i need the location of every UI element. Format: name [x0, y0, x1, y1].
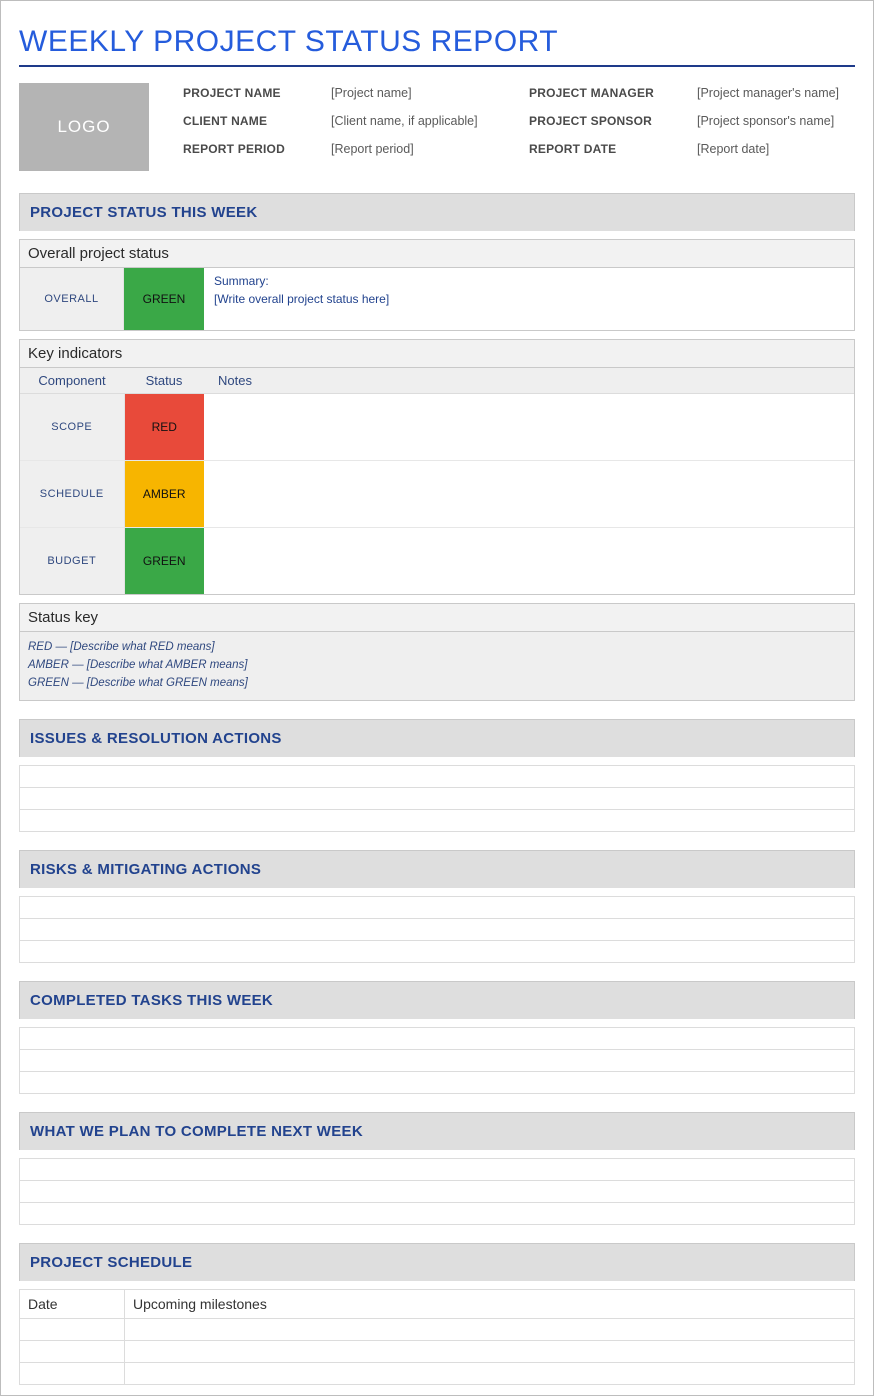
- indicator-row: SCHEDULEAMBER: [20, 461, 854, 528]
- header-block: LOGO PROJECT NAME [Project name] PROJECT…: [19, 83, 855, 171]
- meta-label-project-sponsor: PROJECT SPONSOR: [529, 114, 689, 128]
- overall-row: OVERALL GREEN Summary: [Write overall pr…: [20, 268, 854, 330]
- indicator-status-chip: GREEN: [125, 528, 205, 594]
- overall-summary: Summary: [Write overall project status h…: [204, 268, 854, 330]
- overall-status-chip: GREEN: [124, 268, 204, 330]
- indicators-header-status: Status: [124, 368, 204, 394]
- table-row: [20, 1181, 855, 1203]
- table-row: [20, 1341, 855, 1363]
- indicators-header-notes: Notes: [204, 368, 854, 394]
- meta-label-project-manager: PROJECT MANAGER: [529, 86, 689, 100]
- section-head-plan-next: WHAT WE PLAN TO COMPLETE NEXT WEEK: [19, 1112, 855, 1150]
- section-head-completed: COMPLETED TASKS THIS WEEK: [19, 981, 855, 1019]
- indicator-component: SCOPE: [20, 394, 124, 461]
- meta-label-client-name: CLIENT NAME: [183, 114, 323, 128]
- title-divider: [19, 65, 855, 67]
- meta-value-project-name: [Project name]: [331, 86, 521, 100]
- indicator-notes: [204, 461, 854, 528]
- key-indicators-box: Key indicators Component Status Notes SC…: [19, 339, 855, 595]
- table-row: [20, 897, 855, 919]
- meta-value-client-name: [Client name, if applicable]: [331, 114, 521, 128]
- meta-value-project-sponsor: [Project sponsor's name]: [697, 114, 855, 128]
- indicator-status-chip: AMBER: [125, 461, 205, 527]
- meta-value-report-date: [Report date]: [697, 142, 855, 156]
- indicator-notes: [204, 394, 854, 461]
- overall-status-box: Overall project status OVERALL GREEN Sum…: [19, 239, 855, 331]
- status-key-subtitle: Status key: [20, 604, 854, 632]
- risks-table: [19, 896, 855, 963]
- report-page: WEEKLY PROJECT STATUS REPORT LOGO PROJEC…: [0, 0, 874, 1396]
- indicator-row: BUDGETGREEN: [20, 528, 854, 595]
- overall-subtitle: Overall project status: [20, 240, 854, 268]
- status-key-line: AMBER — [Describe what AMBER means]: [28, 656, 846, 674]
- indicator-status-chip: RED: [125, 394, 205, 460]
- schedule-header-milestones: Upcoming milestones: [125, 1290, 855, 1319]
- indicator-row: SCOPERED: [20, 394, 854, 461]
- indicator-status-cell: AMBER: [124, 461, 204, 528]
- indicators-subtitle: Key indicators: [20, 340, 854, 368]
- table-row: [20, 1319, 855, 1341]
- indicator-status-cell: GREEN: [124, 528, 204, 595]
- indicators-table: Component Status Notes SCOPEREDSCHEDULEA…: [20, 368, 854, 594]
- status-key-box: Status key RED — [Describe what RED mean…: [19, 603, 855, 701]
- table-row: [20, 1363, 855, 1385]
- indicator-component: SCHEDULE: [20, 461, 124, 528]
- completed-table: [19, 1027, 855, 1094]
- schedule-header-date: Date: [20, 1290, 125, 1319]
- meta-label-project-name: PROJECT NAME: [183, 86, 323, 100]
- table-row: [20, 1050, 855, 1072]
- indicator-component: BUDGET: [20, 528, 124, 595]
- logo-placeholder: LOGO: [19, 83, 149, 171]
- table-row: [20, 810, 855, 832]
- overall-summary-text: [Write overall project status here]: [214, 290, 844, 308]
- meta-value-project-manager: [Project manager's name]: [697, 86, 855, 100]
- logo-text: LOGO: [57, 117, 110, 137]
- overall-label: OVERALL: [20, 268, 124, 330]
- table-row: [20, 941, 855, 963]
- meta-label-report-period: REPORT PERIOD: [183, 142, 323, 156]
- table-row: [20, 1028, 855, 1050]
- section-head-issues: ISSUES & RESOLUTION ACTIONS: [19, 719, 855, 757]
- status-key-line: RED — [Describe what RED means]: [28, 638, 846, 656]
- section-head-schedule: PROJECT SCHEDULE: [19, 1243, 855, 1281]
- overall-summary-label: Summary:: [214, 272, 844, 290]
- table-row: [20, 919, 855, 941]
- section-head-status: PROJECT STATUS THIS WEEK: [19, 193, 855, 231]
- indicator-notes: [204, 528, 854, 595]
- status-key-lines: RED — [Describe what RED means]AMBER — […: [20, 632, 854, 700]
- meta-label-report-date: REPORT DATE: [529, 142, 689, 156]
- schedule-table: Date Upcoming milestones: [19, 1289, 855, 1385]
- status-key-line: GREEN — [Describe what GREEN means]: [28, 674, 846, 692]
- plan-next-table: [19, 1158, 855, 1225]
- table-row: [20, 788, 855, 810]
- meta-grid: PROJECT NAME [Project name] PROJECT MANA…: [183, 83, 855, 171]
- meta-value-report-period: [Report period]: [331, 142, 521, 156]
- section-head-risks: RISKS & MITIGATING ACTIONS: [19, 850, 855, 888]
- table-row: [20, 766, 855, 788]
- indicator-status-cell: RED: [124, 394, 204, 461]
- report-title: WEEKLY PROJECT STATUS REPORT: [19, 25, 855, 59]
- issues-table: [19, 765, 855, 832]
- table-row: [20, 1072, 855, 1094]
- table-row: [20, 1203, 855, 1225]
- table-row: [20, 1159, 855, 1181]
- indicators-header-component: Component: [20, 368, 124, 394]
